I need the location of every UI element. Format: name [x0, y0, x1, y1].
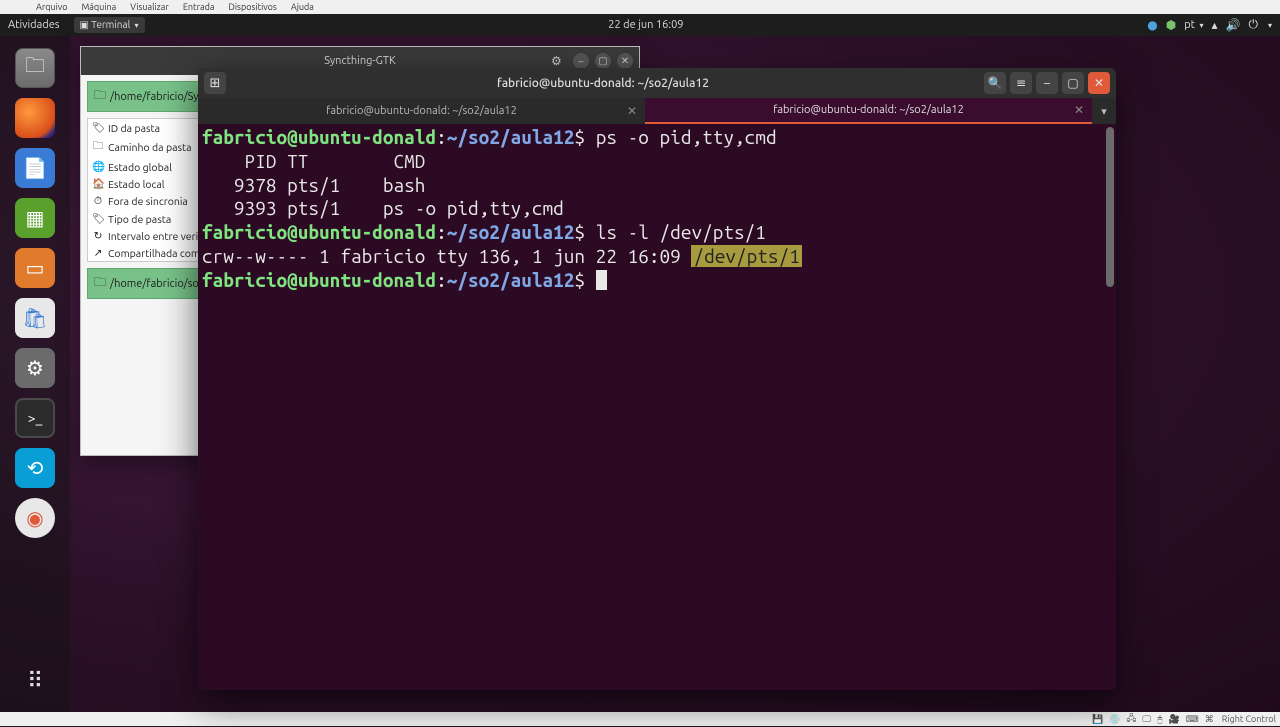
dock-firefox[interactable] [15, 98, 55, 138]
vbox-menu-item[interactable]: Entrada [183, 2, 215, 12]
tab-close-icon[interactable]: ✕ [627, 104, 637, 118]
dock-calc[interactable]: ▦ [15, 198, 55, 238]
vbox-menu-item[interactable]: Dispositivos [229, 2, 277, 12]
output-line: 9393 pts/1 ps -o pid,tty,cmd [202, 197, 1112, 221]
gnome-top-panel: Atividades ▣ Terminal ▾ 22 de jun 16:09 … [0, 14, 1280, 36]
chevron-down-icon: ▾ [135, 21, 139, 30]
network-icon[interactable]: ▴ [1212, 18, 1218, 32]
window-title: fabricio@ubuntu-donald: ~/so2/aula12 [226, 77, 980, 90]
vbox-indicator-icon[interactable]: 💾 [1092, 714, 1103, 725]
maximize-button[interactable]: ▢ [1062, 72, 1084, 94]
chevron-down-icon[interactable]: ▾ [1268, 21, 1272, 30]
dock-terminal[interactable]: >_ [15, 398, 55, 438]
scrollbar[interactable] [1106, 127, 1114, 287]
ubuntu-desktop: Atividades ▣ Terminal ▾ 22 de jun 16:09 … [0, 14, 1280, 712]
refresh-icon: ↻ [92, 229, 104, 242]
dock-files[interactable]: 🗀 [15, 48, 55, 88]
dock-ubuntu[interactable]: ◉ [15, 498, 55, 538]
tag-icon: 🏷 [92, 121, 104, 134]
dock-software[interactable]: 🛍 [15, 298, 55, 338]
window-title: Syncthing-GTK [324, 55, 396, 67]
output-line: PID TT CMD [202, 150, 1112, 174]
minimize-button[interactable]: – [1036, 72, 1058, 94]
close-button[interactable]: ✕ [617, 53, 633, 69]
tab-close-icon[interactable]: ✕ [1074, 103, 1084, 117]
command-text: ps -o pid,tty,cmd [596, 126, 777, 148]
hamburger-menu[interactable]: ≡ [1010, 72, 1032, 94]
new-tab-button[interactable]: ⊞ [204, 72, 226, 94]
terminal-content[interactable]: fabricio@ubuntu-donald:~/so2/aula12$ ps … [198, 124, 1116, 690]
search-button[interactable]: 🔍 [984, 72, 1006, 94]
terminal-titlebar[interactable]: ⊞ fabricio@ubuntu-donald: ~/so2/aula12 🔍… [198, 68, 1116, 98]
vbox-host-menubar[interactable]: Arquivo Máquina Visualizar Entrada Dispo… [0, 0, 1280, 14]
vbox-indicator-icon[interactable]: ⌨ [1186, 714, 1199, 725]
keyboard-layout[interactable]: pt ▾ [1184, 19, 1203, 31]
vbox-indicator-icon[interactable]: 💿 [1109, 714, 1120, 725]
vbox-indicator-icon[interactable]: 🖵 [1142, 714, 1151, 725]
clock[interactable]: 22 de jun 16:09 [145, 19, 1148, 31]
minimize-button[interactable]: – [573, 53, 589, 69]
tabs-dropdown[interactable]: ▾ [1092, 98, 1116, 124]
command-text: ls -l /dev/pts/1 [596, 221, 766, 243]
output-line: crw--w---- 1 fabricio tty 136, 1 jun 22 … [202, 245, 1112, 269]
input-source-indicator[interactable]: ● [1147, 18, 1157, 32]
indicator-icon[interactable]: ⬢ [1166, 18, 1176, 32]
dock-syncthing[interactable]: ⟲ [15, 448, 55, 488]
vbox-menu-item[interactable]: Arquivo [36, 2, 67, 12]
vbox-indicator-icon[interactable]: 🖰 [1157, 714, 1162, 725]
power-icon[interactable]: ⏻ [1248, 18, 1258, 32]
cursor [596, 270, 607, 290]
output-line: 9378 pts/1 bash [202, 174, 1112, 198]
home-icon: 🏠 [92, 177, 104, 190]
maximize-button[interactable]: ▢ [595, 53, 611, 69]
app-menu[interactable]: ▣ Terminal ▾ [74, 17, 145, 33]
vbox-indicator-icon[interactable]: 🖧 [1126, 711, 1136, 727]
dock-impress[interactable]: ▭ [15, 248, 55, 288]
gnome-terminal-window[interactable]: ⊞ fabricio@ubuntu-donald: ~/so2/aula12 🔍… [198, 68, 1116, 690]
vbox-host-key: ⌘ Right Control [1205, 714, 1276, 725]
highlighted-path: /dev/pts/1 [691, 245, 801, 267]
clock-icon: ⏱ [92, 194, 104, 208]
vbox-menu-item[interactable]: Visualizar [130, 2, 169, 12]
folder-icon: 🗀 [92, 138, 104, 156]
tag-icon: 🏷 [92, 212, 104, 225]
vbox-menu-item[interactable]: Máquina [81, 2, 116, 12]
volume-icon[interactable]: 🔊 [1226, 18, 1241, 32]
gear-icon[interactable]: ⚙ [551, 54, 562, 68]
gnome-dock: 🗀 📄 ▦ ▭ 🛍 ⚙ >_ ⟲ ◉ ⠿ [0, 36, 70, 712]
dock-show-apps[interactable]: ⠿ [27, 668, 43, 694]
dock-settings[interactable]: ⚙ [15, 348, 55, 388]
vbox-status-bar: 💾 💿 🖧 🖵 🖰 🎥 ⌨ ⌘ Right Control [0, 712, 1280, 726]
share-icon: ↗ [92, 246, 104, 259]
terminal-tab[interactable]: fabricio@ubuntu-donald: ~/so2/aula12 ✕ [198, 98, 645, 124]
vbox-indicator-icon[interactable]: 🎥 [1169, 714, 1180, 725]
activities-button[interactable]: Atividades [8, 19, 60, 31]
globe-icon: 🌐 [92, 160, 104, 173]
dock-writer[interactable]: 📄 [15, 148, 55, 188]
terminal-tabbar: fabricio@ubuntu-donald: ~/so2/aula12 ✕ f… [198, 98, 1116, 124]
close-button[interactable]: ✕ [1088, 72, 1110, 94]
terminal-tab-active[interactable]: fabricio@ubuntu-donald: ~/so2/aula12 ✕ [645, 98, 1092, 124]
vbox-menu-item[interactable]: Ajuda [291, 2, 314, 12]
terminal-icon: ▣ [80, 19, 89, 30]
